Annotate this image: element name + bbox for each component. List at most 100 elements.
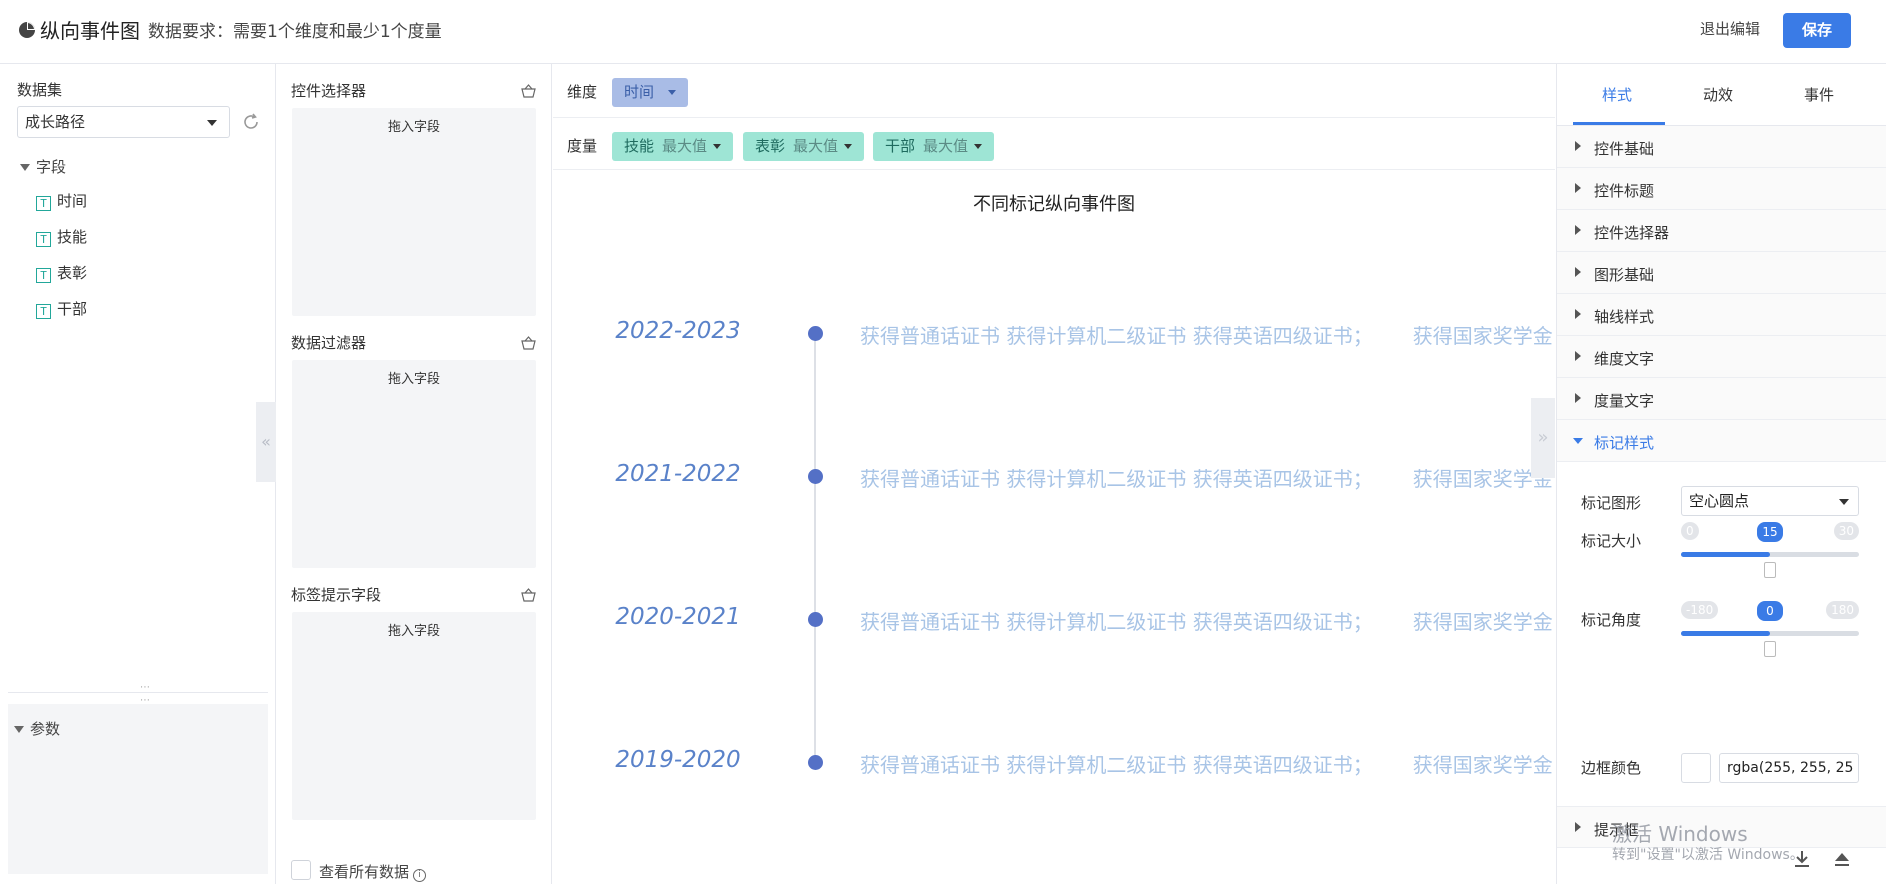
view-all-checkbox[interactable] <box>291 860 311 880</box>
exit-edit-button[interactable]: 退出编辑 <box>1700 18 1760 39</box>
expand-triangle-icon <box>14 726 24 733</box>
collapsed-triangle-icon <box>1575 393 1581 403</box>
caret-down-icon <box>668 90 677 95</box>
pill-label: 技能 <box>624 137 655 155</box>
fields-group-header[interactable]: 字段 <box>20 156 66 177</box>
event-extra-text: 获得国家奖学金 <box>1412 753 1553 777</box>
event-year-label: 2020-2021 <box>615 604 741 630</box>
text-field-icon: T <box>36 268 51 283</box>
event-marker[interactable] <box>808 755 823 770</box>
active-tab-indicator <box>1573 122 1665 125</box>
slider-min: -180 <box>1681 601 1719 619</box>
data-filter-dropzone[interactable]: 拖入字段 <box>292 360 536 568</box>
field-item-label: 技能 <box>57 228 88 246</box>
event-marker[interactable] <box>808 612 823 627</box>
marker-angle-slider[interactable]: -180 180 0 <box>1681 601 1859 661</box>
clear-basket-icon[interactable] <box>521 84 536 98</box>
slider-handle[interactable] <box>1764 562 1776 578</box>
dataset-select-value: 成长路径 <box>25 113 86 131</box>
panel-divider <box>8 692 268 693</box>
section-label: 标记样式 <box>1594 434 1655 452</box>
chart-type-title: 纵向事件图 <box>40 19 140 43</box>
pill-label: 干部 <box>885 137 916 155</box>
border-color-swatch[interactable] <box>1681 753 1711 783</box>
dataset-label: 数据集 <box>17 81 63 99</box>
control-selector-dropzone[interactable]: 拖入字段 <box>292 108 536 316</box>
section-control-selector[interactable]: 控件选择器 <box>1557 210 1886 252</box>
section-control-basic[interactable]: 控件基础 <box>1557 126 1886 168</box>
slider-fill <box>1681 552 1770 557</box>
dataset-select[interactable]: 成长路径 <box>17 106 230 138</box>
section-label: 轴线样式 <box>1594 308 1655 326</box>
caret-down-icon <box>844 144 853 149</box>
marker-size-slider[interactable]: 0 30 15 <box>1681 522 1859 582</box>
border-color-input[interactable]: rgba(255, 255, 25 <box>1719 753 1859 783</box>
dimension-pill-time[interactable]: 时间 <box>612 78 689 107</box>
event-marker[interactable] <box>808 326 823 341</box>
marker-shape-label: 标记图形 <box>1581 494 1642 512</box>
event-marker[interactable] <box>808 469 823 484</box>
field-item-cadre[interactable]: T 干部 <box>36 298 87 319</box>
eject-icon[interactable] <box>1831 848 1853 870</box>
drop-hint: 拖入字段 <box>387 120 440 135</box>
drop-hint: 拖入字段 <box>387 372 440 387</box>
collapsed-triangle-icon <box>1575 225 1581 235</box>
windows-activation-title: 激活 Windows <box>1612 822 1748 846</box>
caret-down-icon <box>713 144 722 149</box>
info-icon[interactable]: i <box>413 869 427 882</box>
text-field-icon: T <box>36 232 51 247</box>
slider-fill <box>1681 631 1770 636</box>
event-extra-text: 获得国家奖学金 <box>1412 610 1553 634</box>
tooltip-fields-dropzone[interactable]: 拖入字段 <box>292 612 536 820</box>
data-requirement-text: 数据要求：需要1个维度和最少1个度量 <box>148 22 442 42</box>
section-axis-style[interactable]: 轴线样式 <box>1557 294 1886 336</box>
section-dimension-text[interactable]: 维度文字 <box>1557 336 1886 378</box>
expand-right-panel-button[interactable]: » <box>1531 398 1555 478</box>
field-item-time[interactable]: T 时间 <box>36 190 87 211</box>
marker-angle-label: 标记角度 <box>1581 611 1642 629</box>
event-main-text: 获得普通话证书 获得计算机二级证书 获得英语四级证书； <box>860 753 1373 777</box>
event-text: 获得普通话证书 获得计算机二级证书 获得英语四级证书； 获得国家奖学金 <box>860 320 1553 349</box>
measure-pill-skill[interactable]: 技能 最大值 <box>612 132 734 161</box>
clear-basket-icon[interactable] <box>521 336 536 350</box>
view-all-label: 查看所有数据 i <box>319 861 427 882</box>
measure-pill-award[interactable]: 表彰 最大值 <box>743 132 865 161</box>
pill-aggregation: 最大值 <box>793 137 839 155</box>
save-button[interactable]: 保存 <box>1783 13 1851 48</box>
marker-shape-select[interactable]: 空心圆点 <box>1681 486 1859 516</box>
section-label: 图形基础 <box>1594 266 1655 284</box>
collapsed-triangle-icon <box>1575 351 1581 361</box>
collapsed-triangle-icon <box>1575 141 1581 151</box>
event-text: 获得普通话证书 获得计算机二级证书 获得英语四级证书； 获得国家奖学金 <box>860 749 1553 778</box>
event-year-label: 2022-2023 <box>615 318 741 344</box>
border-color-label: 边框颜色 <box>1581 759 1642 777</box>
tooltip-fields-label: 标签提示字段 <box>291 586 382 604</box>
config-panel: 控件选择器 拖入字段 数据过滤器 拖入字段 标签提示字段 拖入字段 查看所有数据… <box>277 64 552 884</box>
dataset-panel: 数据集 成长路径 字段 T 时间 T 技能 T 表彰 T 干部 ⋯ ⋯ 参数 « <box>0 64 276 884</box>
section-marker-style[interactable]: 标记样式 <box>1557 420 1886 462</box>
section-label: 控件基础 <box>1594 140 1655 158</box>
tab-style[interactable]: 样式 <box>1602 84 1632 105</box>
collapsed-triangle-icon <box>1575 183 1581 193</box>
section-control-title[interactable]: 控件标题 <box>1557 168 1886 210</box>
tab-events[interactable]: 事件 <box>1804 84 1834 105</box>
caret-down-icon <box>974 144 983 149</box>
section-measure-text[interactable]: 度量文字 <box>1557 378 1886 420</box>
section-graphic-basic[interactable]: 图形基础 <box>1557 252 1886 294</box>
clear-basket-icon[interactable] <box>521 588 536 602</box>
field-item-award[interactable]: T 表彰 <box>36 262 87 283</box>
collapse-left-panel-button[interactable]: « <box>256 402 276 482</box>
field-item-skill[interactable]: T 技能 <box>36 226 87 247</box>
pill-aggregation: 最大值 <box>662 137 708 155</box>
style-panel-tabs: 样式 动效 事件 <box>1557 64 1886 126</box>
marker-shape-value: 空心圆点 <box>1689 492 1750 510</box>
params-group-header[interactable]: 参数 <box>14 718 60 739</box>
field-item-label: 表彰 <box>57 264 88 282</box>
collapsed-triangle-icon <box>1575 309 1581 319</box>
slider-handle[interactable] <box>1764 641 1776 657</box>
download-icon[interactable] <box>1791 848 1813 870</box>
collapsed-triangle-icon <box>1575 822 1581 832</box>
measure-pill-cadre[interactable]: 干部 最大值 <box>873 132 995 161</box>
refresh-icon[interactable] <box>241 112 261 132</box>
tab-animation[interactable]: 动效 <box>1703 84 1733 105</box>
